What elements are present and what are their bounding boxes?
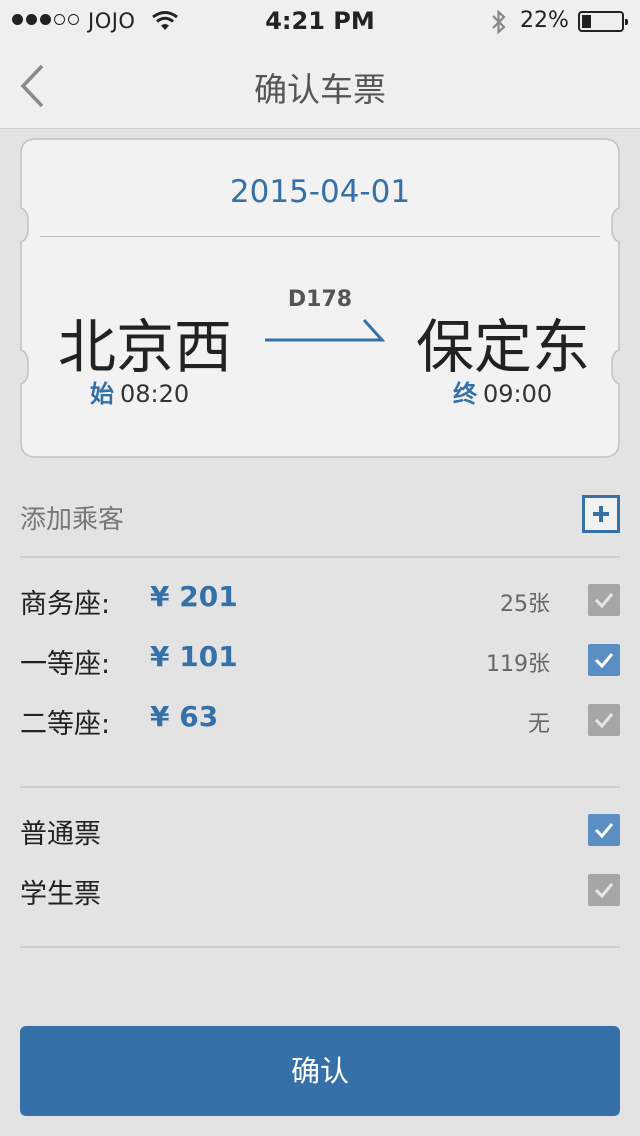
ticket-type-student: 学生票 — [20, 870, 620, 910]
ticket-type-checkbox[interactable] — [588, 874, 620, 906]
ticket-type-name: 普通票 — [20, 819, 101, 850]
arrival-info: 终 09:00 — [453, 374, 552, 409]
departure-info: 始 08:20 — [90, 374, 189, 409]
seat-count: 119张 — [486, 652, 550, 677]
departure-station: 北京西 — [58, 313, 233, 381]
seat-name: 商务座: — [20, 589, 111, 620]
seat-count: 25张 — [500, 592, 550, 617]
battery-icon — [578, 11, 628, 32]
arrival-station: 保定东 — [416, 313, 591, 381]
seat-row-second-class: 二等座: ¥ 63 无 — [20, 700, 620, 740]
depart-time: 08:20 — [120, 380, 190, 408]
battery-percent: 22% — [520, 8, 569, 33]
arrive-time: 09:00 — [483, 380, 553, 408]
check-icon — [594, 713, 614, 729]
ticket-type-regular: 普通票 — [20, 810, 620, 850]
check-icon — [594, 823, 614, 839]
add-passenger-row: 添加乘客 — [20, 490, 620, 540]
page-title: 确认车票 — [254, 70, 386, 109]
seat-row-business: 商务座: ¥ 201 25张 — [20, 580, 620, 620]
seat-checkbox[interactable] — [588, 584, 620, 616]
seat-name: 二等座: — [20, 709, 111, 740]
ticket-divider — [40, 236, 600, 237]
bluetooth-icon — [492, 9, 506, 35]
divider — [20, 946, 620, 948]
seat-price: ¥ 101 — [150, 640, 238, 673]
seat-checkbox[interactable] — [588, 704, 620, 736]
confirm-button[interactable]: 确认 — [20, 1026, 620, 1116]
seat-count: 无 — [527, 712, 550, 737]
seat-checkbox[interactable] — [588, 644, 620, 676]
ticket-type-name: 学生票 — [20, 879, 101, 910]
check-icon — [594, 593, 614, 609]
add-passenger-button[interactable] — [582, 495, 620, 533]
check-icon — [594, 883, 614, 899]
seat-price: ¥ 201 — [150, 580, 238, 613]
divider — [20, 556, 620, 558]
depart-tag: 始 — [90, 380, 114, 408]
arrow-right-icon — [265, 318, 386, 342]
seat-row-first-class: 一等座: ¥ 101 119张 — [20, 640, 620, 680]
ticket-card: 2015-04-01 北京西 D178 保定东 始 08:20 终 09:00 — [20, 138, 620, 458]
ticket-type-checkbox[interactable] — [588, 814, 620, 846]
nav-bar: 确认车票 — [0, 44, 640, 129]
seat-price: ¥ 63 — [150, 700, 219, 733]
divider — [20, 786, 620, 788]
check-icon — [594, 653, 614, 669]
train-number: D178 — [287, 287, 353, 312]
arrive-tag: 终 — [453, 380, 477, 408]
add-passenger-label: 添加乘客 — [20, 505, 125, 535]
seat-name: 一等座: — [20, 649, 111, 680]
status-bar: JOJO 4:21 PM 22% — [0, 0, 640, 44]
travel-date: 2015-04-01 — [229, 174, 411, 210]
